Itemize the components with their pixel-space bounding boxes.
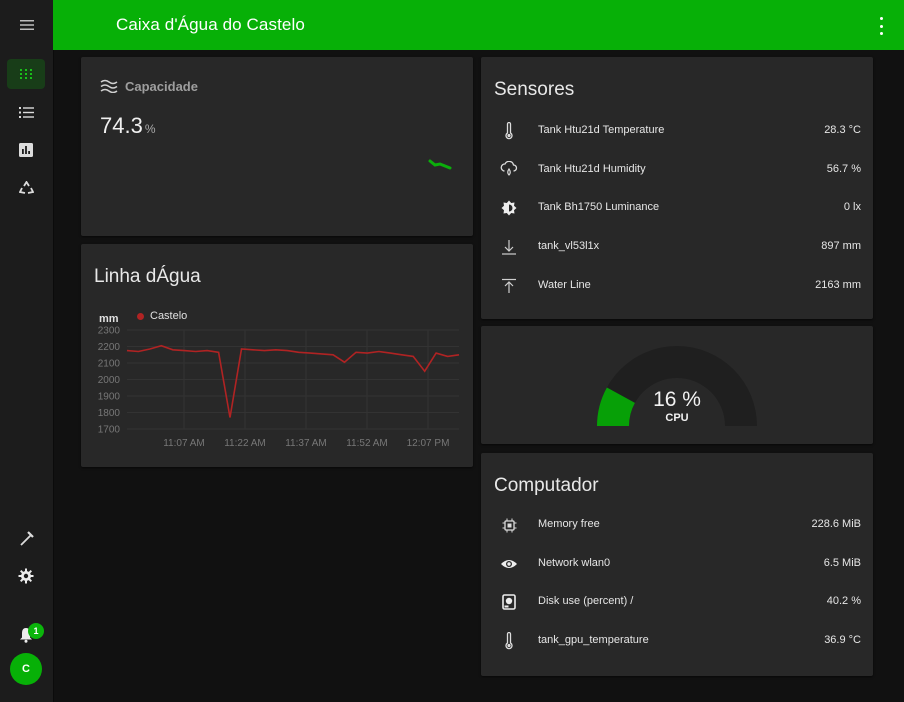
series-line-castelo[interactable] bbox=[126, 344, 460, 418]
thermometer-icon bbox=[499, 631, 519, 651]
computer-row-value: 36.9 °C bbox=[824, 634, 861, 647]
hammer-icon bbox=[19, 530, 34, 546]
x-tick-label: 11:37 AM bbox=[285, 438, 327, 449]
waterline-chart-card: Linha dÁgua mm Castelo 2300 2200 2100 2000 1… bbox=[81, 244, 473, 467]
sensor-row-value: 56.7 % bbox=[826, 162, 861, 175]
computer-row[interactable]: Network wlan0 6.5 MiB bbox=[481, 545, 873, 583]
page-title: Caixa d'Água do Castelo bbox=[116, 15, 305, 34]
menu-icon bbox=[19, 20, 34, 30]
chart-legend[interactable]: Castelo bbox=[137, 310, 187, 322]
sidebar-item-developer-tools[interactable] bbox=[7, 523, 45, 553]
sensor-row-name: Water Line bbox=[538, 278, 591, 291]
sidebar: 1 C bbox=[0, 0, 54, 702]
sidebar-item-settings[interactable] bbox=[7, 561, 45, 591]
capacity-label: Capacidade bbox=[125, 79, 198, 94]
overflow-menu-icon[interactable] bbox=[878, 17, 884, 35]
cpu-gauge-label: CPU bbox=[665, 412, 689, 424]
avatar[interactable]: C bbox=[10, 653, 42, 685]
sensor-row-value: 897 mm bbox=[821, 240, 861, 253]
computer-row-name: Disk use (percent) / bbox=[538, 595, 634, 608]
sensor-row-name: Tank Htu21d Temperature bbox=[538, 124, 665, 136]
cpu-gauge-value: 16 % bbox=[653, 388, 701, 411]
y-tick-label: 1700 bbox=[98, 425, 121, 436]
capacity-card[interactable]: Capacidade 74.3% bbox=[81, 57, 473, 236]
memory-icon bbox=[499, 515, 519, 535]
arrow-down-icon bbox=[499, 237, 519, 257]
computer-row-value: 40.2 % bbox=[826, 595, 861, 608]
y-tick-label: 2300 bbox=[98, 326, 121, 337]
computer-row[interactable]: tank_gpu_temperature 36.9 °C bbox=[481, 622, 873, 660]
legend-label: Castelo bbox=[150, 310, 188, 322]
thermometer-icon bbox=[499, 121, 519, 141]
sensor-row-name: Tank Bh1750 Luminance bbox=[538, 201, 660, 214]
waterline-chart[interactable]: 2300 2200 2100 2000 1900 1800 1700 11:07 AM 11:2… bbox=[81, 322, 473, 452]
sidebar-item-overview[interactable] bbox=[7, 59, 45, 89]
eye-icon bbox=[499, 554, 519, 574]
y-tick-label: 1900 bbox=[98, 392, 121, 403]
sensor-row-value: 0 lx bbox=[843, 201, 861, 214]
recycle-icon bbox=[18, 181, 34, 194]
x-tick-label: 11:07 AM bbox=[163, 438, 205, 449]
harddisk-icon bbox=[499, 592, 519, 612]
sensor-row[interactable]: Tank Bh1750 Luminance 0 lx bbox=[481, 189, 873, 227]
x-tick-label: 11:22 AM bbox=[224, 438, 266, 449]
waterline-chart-title: Linha dÁgua bbox=[94, 266, 201, 287]
y-tick-label: 2200 bbox=[98, 342, 121, 353]
cpu-gauge bbox=[597, 346, 757, 426]
brightness-icon bbox=[499, 198, 519, 218]
waves-icon bbox=[100, 79, 118, 93]
capacity-sparkline bbox=[428, 159, 452, 170]
computer-row[interactable]: Memory free 228.6 MiB bbox=[481, 506, 873, 544]
capacity-value-wrap: 74.3% bbox=[100, 113, 156, 139]
legend-dot bbox=[137, 312, 144, 320]
cpu-gauge-card[interactable]: 16 % CPU bbox=[481, 326, 873, 444]
top-app-bar: Caixa d'Água do Castelo bbox=[53, 0, 904, 50]
sidebar-item-energy[interactable] bbox=[7, 173, 45, 203]
sensor-row-value: 2163 mm bbox=[815, 278, 861, 291]
chart-icon bbox=[19, 143, 33, 157]
y-tick-label: 2100 bbox=[98, 359, 121, 370]
computer-row-value: 228.6 MiB bbox=[811, 518, 861, 530]
menu-button[interactable] bbox=[0, 0, 53, 50]
cloud-drop-icon bbox=[499, 160, 519, 180]
x-tick-label: 11:52 AM bbox=[346, 438, 388, 449]
sensor-row[interactable]: Tank Htu21d Temperature 28.3 °C bbox=[481, 112, 873, 150]
capacity-unit: % bbox=[144, 122, 156, 136]
sensor-row-name: Tank Htu21d Humidity bbox=[538, 162, 646, 175]
sensor-row[interactable]: tank_vl53l1x 897 mm bbox=[481, 228, 873, 266]
sensors-card: Sensores Tank Htu21d Temperature 28.3 °C T… bbox=[481, 57, 873, 319]
arrow-up-icon bbox=[499, 276, 519, 296]
computer-title: Computador bbox=[494, 475, 599, 496]
computer-row-name: tank_gpu_temperature bbox=[538, 634, 649, 647]
sidebar-item-logbook[interactable] bbox=[7, 97, 45, 127]
sensors-title: Sensores bbox=[494, 79, 575, 100]
computer-card: Computador Memory free 228.6 MiB Network w… bbox=[481, 453, 873, 676]
y-tick-label: 2000 bbox=[98, 375, 121, 386]
sensor-row[interactable]: Water Line 2163 mm bbox=[481, 267, 873, 305]
computer-row-value: 6.5 MiB bbox=[823, 556, 861, 569]
sensor-row[interactable]: Tank Htu21d Humidity 56.7 % bbox=[481, 151, 873, 189]
computer-row[interactable]: Disk use (percent) / 40.2 % bbox=[481, 583, 873, 621]
capacity-value: 74.3 bbox=[100, 113, 143, 138]
y-tick-label: 1800 bbox=[98, 408, 121, 419]
sensor-row-value: 28.3 °C bbox=[824, 124, 861, 136]
x-tick-label: 12:07 PM bbox=[407, 438, 450, 449]
sensor-row-name: tank_vl53l1x bbox=[538, 240, 600, 253]
gear-icon bbox=[18, 568, 34, 584]
computer-row-name: Network wlan0 bbox=[538, 556, 611, 569]
sidebar-item-history[interactable] bbox=[7, 135, 45, 165]
computer-row-name: Memory free bbox=[538, 518, 600, 530]
notification-badge: 1 bbox=[28, 623, 44, 639]
list-icon bbox=[18, 106, 34, 118]
grid-icon bbox=[20, 69, 32, 79]
